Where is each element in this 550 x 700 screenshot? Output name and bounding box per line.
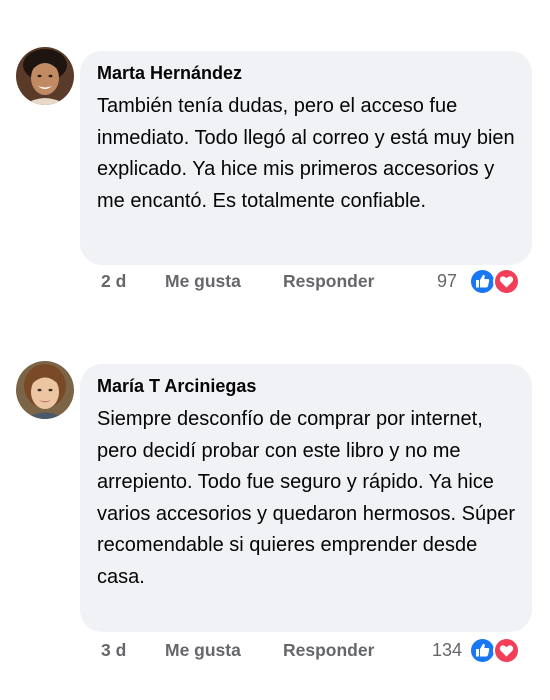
author-name[interactable]: María T Arciniegas [97, 374, 516, 398]
timestamp-link[interactable]: 3 d [101, 635, 126, 665]
love-icon [493, 268, 520, 295]
like-button[interactable]: Me gusta [165, 266, 241, 296]
reply-button[interactable]: Responder [283, 635, 374, 665]
reaction-count[interactable]: 134 [432, 635, 462, 665]
reaction-count[interactable]: 97 [437, 266, 457, 296]
love-icon [493, 637, 520, 664]
avatar[interactable] [16, 361, 74, 419]
comment-actions: 2 d Me gusta Responder 97 [101, 266, 521, 296]
comment-text: También tenía dudas, pero el acceso fue … [97, 95, 515, 212]
comment-text: Siempre desconfío de comprar por interne… [97, 408, 515, 588]
reaction-icons[interactable] [469, 637, 521, 664]
avatar[interactable] [16, 47, 74, 105]
like-button[interactable]: Me gusta [165, 635, 241, 665]
timestamp-link[interactable]: 2 d [101, 266, 126, 296]
reaction-icons[interactable] [469, 268, 521, 295]
comment-bubble: Marta Hernández También tenía dudas, per… [80, 51, 532, 265]
comment-actions: 3 d Me gusta Responder 134 [101, 635, 521, 665]
like-icon [469, 637, 496, 664]
comment-bubble: María T Arciniegas Siempre desconfío de … [80, 364, 532, 632]
like-icon [469, 268, 496, 295]
author-name[interactable]: Marta Hernández [97, 61, 516, 85]
reply-button[interactable]: Responder [283, 266, 374, 296]
